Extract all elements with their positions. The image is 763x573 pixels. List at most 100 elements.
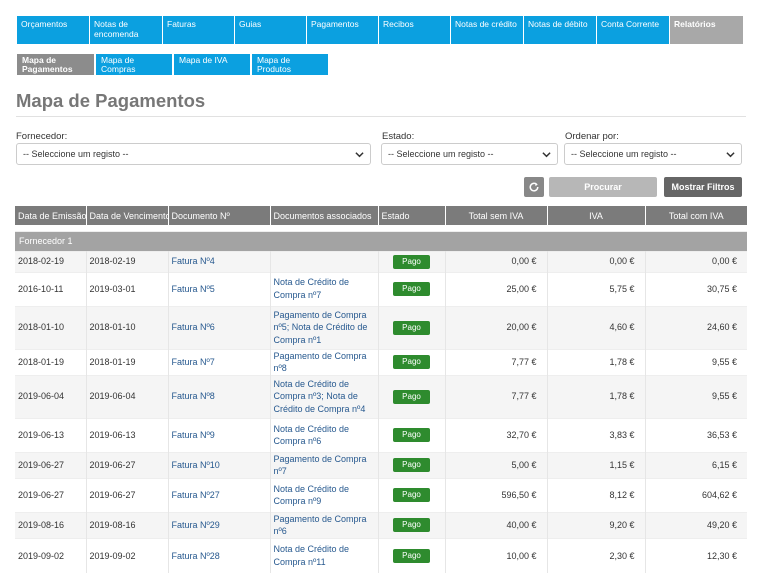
cell-document: Fatura Nº5: [168, 271, 271, 306]
nav-tab-conta-corrente[interactable]: Conta Corrente: [597, 16, 670, 44]
associated-doc-link[interactable]: Pagamento de Compra nº7: [274, 453, 375, 478]
associated-doc-link[interactable]: Nota de Crédito de: [274, 543, 375, 556]
table-row[interactable]: 2019-09-02 2019-09-02 Fatura Nº28 Nota de C…: [15, 538, 747, 573]
cell-total-with-vat: 9,55 €: [645, 348, 747, 376]
table-row[interactable]: 2019-06-27 2019-06-27 Fatura Nº10 Pagamento…: [15, 451, 747, 479]
document-link[interactable]: Fatura Nº6: [172, 322, 215, 332]
cell-due-date: 2018-01-19: [86, 348, 169, 376]
associated-doc-link[interactable]: Compra nº7: [274, 289, 375, 302]
cell-due-date: 2019-06-27: [86, 451, 169, 479]
cell-total-no-vat: 7,77 €: [445, 374, 548, 419]
document-link[interactable]: Fatura Nº9: [172, 430, 215, 440]
table-row[interactable]: 2016-10-11 2019-03-01 Fatura Nº5 Nota de Cr…: [15, 271, 747, 306]
cell-document: Fatura Nº28: [168, 538, 271, 573]
document-link[interactable]: Fatura Nº5: [172, 284, 215, 294]
associated-doc-link[interactable]: Pagamento de Compra: [274, 309, 375, 322]
nav-tab-pagamentos[interactable]: Pagamentos: [307, 16, 379, 44]
nav-tab-guias[interactable]: Guias: [235, 16, 307, 44]
status-badge: Pago: [393, 458, 430, 473]
col-header-document[interactable]: Documento Nº: [168, 206, 271, 225]
cell-vat: 1,15 €: [547, 451, 646, 479]
main-nav: Orçamentos Notas de encomenda Faturas Gu…: [17, 16, 743, 44]
associated-doc-link[interactable]: Crédito de Compra nº4: [274, 403, 375, 416]
table-row[interactable]: 2019-06-13 2019-06-13 Fatura Nº9 Nota de Cr…: [15, 417, 747, 453]
cell-issue-date: 2016-10-11: [15, 271, 87, 306]
order-select[interactable]: -- Seleccione um registo --: [564, 143, 742, 165]
associated-doc-link[interactable]: Nota de Crédito de: [274, 378, 375, 391]
associated-doc-link[interactable]: nº5; Nota de Crédito de: [274, 321, 375, 334]
cell-issue-date: 2018-01-19: [15, 348, 87, 376]
nav-tab-relatorios[interactable]: Relatórios: [670, 16, 743, 44]
status-badge: Pago: [393, 282, 430, 296]
cell-total-with-vat: 24,60 €: [645, 305, 747, 349]
cell-issue-date: 2019-09-02: [15, 538, 87, 573]
refresh-button[interactable]: [524, 177, 544, 197]
col-header-total-with-vat[interactable]: Total com IVA: [645, 206, 747, 225]
status-badge: Pago: [393, 548, 430, 563]
associated-doc-link[interactable]: Pagamento de Compra nº6: [274, 513, 375, 538]
cell-status: Pago: [378, 348, 446, 376]
associated-doc-link[interactable]: Compra nº3; Nota de: [274, 390, 375, 403]
associated-doc-link[interactable]: Compra nº11: [274, 556, 375, 569]
status-select[interactable]: -- Seleccione um registo --: [381, 143, 558, 165]
table-row[interactable]: 2019-08-16 2019-08-16 Fatura Nº29 Pagamento…: [15, 511, 747, 539]
associated-doc-link[interactable]: Pagamento de Compra nº8: [274, 350, 375, 375]
associated-doc-link[interactable]: Compra nº9: [274, 495, 375, 508]
nav-tab-recibos[interactable]: Recibos: [379, 16, 451, 44]
nav-tab-notas-debito[interactable]: Notas de débito: [524, 16, 597, 44]
document-link[interactable]: Fatura Nº27: [172, 490, 220, 500]
chevron-down-icon: [355, 151, 364, 157]
cell-total-with-vat: 604,62 €: [645, 477, 747, 513]
table-row[interactable]: 2019-06-27 2019-06-27 Fatura Nº27 Nota de C…: [15, 477, 747, 513]
subtab-mapa-pagamentos[interactable]: Mapa de Pagamentos: [17, 54, 94, 75]
document-link[interactable]: Fatura Nº7: [172, 357, 215, 367]
table-row[interactable]: 2018-02-19 2018-02-19 Fatura Nº4 Pago 0,00 €…: [15, 250, 747, 272]
document-link[interactable]: Fatura Nº4: [172, 256, 215, 266]
cell-status: Pago: [378, 477, 446, 513]
nav-tab-orcamentos[interactable]: Orçamentos: [17, 16, 90, 44]
cell-issue-date: 2018-01-10: [15, 305, 87, 349]
supplier-select[interactable]: -- Seleccione um registo --: [16, 143, 371, 165]
col-header-issue-date[interactable]: Data de Emissão: [15, 206, 87, 225]
document-link[interactable]: Fatura Nº29: [172, 520, 220, 530]
col-header-due-date[interactable]: Data de Vencimento: [86, 206, 169, 225]
associated-doc-link[interactable]: Nota de Crédito de: [274, 276, 375, 289]
table-row[interactable]: 2018-01-10 2018-01-10 Fatura Nº6 Pagamento …: [15, 305, 747, 349]
search-button[interactable]: Procurar: [549, 177, 657, 197]
document-link[interactable]: Fatura Nº8: [172, 391, 215, 401]
associated-doc-link[interactable]: Nota de Crédito de: [274, 423, 375, 436]
table-row[interactable]: 2018-01-19 2018-01-19 Fatura Nº7 Pagamento …: [15, 348, 747, 376]
cell-vat: 4,60 €: [547, 305, 646, 349]
table-row[interactable]: 2019-06-04 2019-06-04 Fatura Nº8 Nota de Cr…: [15, 374, 747, 419]
nav-tab-notas-credito[interactable]: Notas de crédito: [451, 16, 524, 44]
col-header-associated-docs[interactable]: Documentos associados: [270, 206, 379, 225]
col-header-status[interactable]: Estado: [378, 206, 446, 225]
subtab-mapa-iva[interactable]: Mapa de IVA: [174, 54, 250, 75]
refresh-icon: [529, 182, 539, 192]
cell-document: Fatura Nº29: [168, 511, 271, 539]
cell-status: Pago: [378, 417, 446, 453]
order-select-value: -- Seleccione um registo --: [571, 149, 677, 159]
document-link[interactable]: Fatura Nº28: [172, 551, 220, 561]
cell-status: Pago: [378, 451, 446, 479]
subtab-mapa-compras[interactable]: Mapa de Compras: [96, 54, 172, 75]
cell-vat: 8,12 €: [547, 477, 646, 513]
subtab-mapa-produtos-comprados[interactable]: Mapa de Produtos Comprados: [252, 54, 328, 83]
col-header-vat[interactable]: IVA: [547, 206, 646, 225]
associated-doc-link[interactable]: Compra nº1: [274, 334, 375, 347]
cell-associated-docs: Pagamento de Compra nº6: [270, 511, 379, 539]
cell-vat: 1,78 €: [547, 348, 646, 376]
status-label: Estado:: [382, 131, 415, 142]
nav-tab-faturas[interactable]: Faturas: [163, 16, 235, 44]
nav-tab-notas-encomenda[interactable]: Notas de encomenda: [90, 16, 163, 44]
associated-doc-link[interactable]: Compra nº6: [274, 435, 375, 448]
col-header-total-no-vat[interactable]: Total sem IVA: [445, 206, 548, 225]
cell-status: Pago: [378, 538, 446, 573]
cell-vat: 9,20 €: [547, 511, 646, 539]
cell-status: Pago: [378, 305, 446, 349]
show-filters-button[interactable]: Mostrar Filtros: [664, 177, 742, 197]
cell-document: Fatura Nº8: [168, 374, 271, 419]
cell-total-no-vat: 10,00 €: [445, 538, 548, 573]
document-link[interactable]: Fatura Nº10: [172, 460, 220, 470]
associated-doc-link[interactable]: Nota de Crédito de: [274, 483, 375, 496]
